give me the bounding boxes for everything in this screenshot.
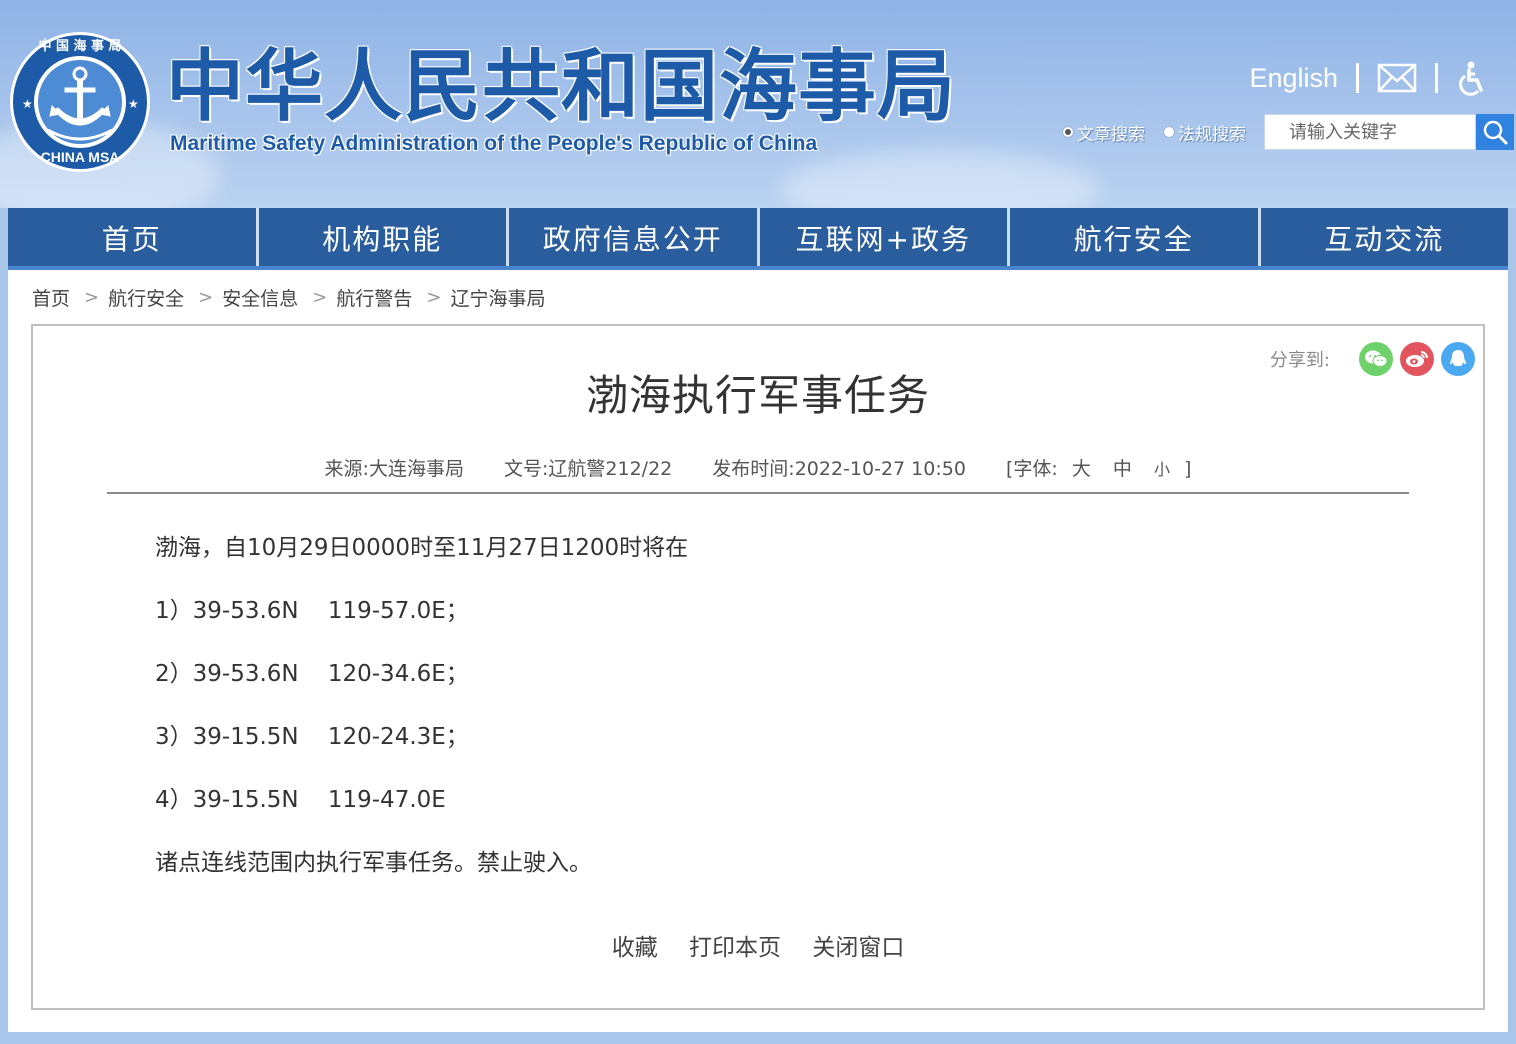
search-bar: 文章搜索 法规搜索 [1062,113,1514,151]
article-actions: 收藏 打印本页 关闭窗口 [33,928,1483,962]
article-publish-time: 发布时间:2022-10-27 10:50 [712,458,966,480]
font-size-medium-button[interactable]: 中 [1113,458,1132,480]
english-link[interactable]: English [1249,63,1338,94]
mail-icon[interactable] [1377,63,1417,93]
page-content: 首页 > 航行安全 > 安全信息 > 航行警告 > 辽宁海事局 分享到: 渤海执… [8,270,1508,1032]
breadcrumb-navigation-safety[interactable]: 航行安全 [108,284,184,311]
article-paragraph: 3）39-15.5N 120-24.3E； [155,724,469,750]
search-input[interactable] [1264,114,1476,150]
radio-button-unchecked[interactable] [1163,126,1175,138]
breadcrumb-liaoning-msa[interactable]: 辽宁海事局 [450,284,545,311]
article-source: 来源:大连海事局 [324,458,464,480]
breadcrumb-separator: > [198,287,214,308]
site-title: 中华人民共和国海事局 [166,42,957,132]
divider [1435,63,1438,93]
breadcrumb: 首页 > 航行安全 > 安全信息 > 航行警告 > 辽宁海事局 [32,284,545,311]
svg-text:CHINA MSA: CHINA MSA [41,149,120,165]
nav-item-interaction[interactable]: 互动交流 [1260,208,1508,268]
radio-button-checked[interactable] [1062,126,1074,138]
breadcrumb-separator: > [426,287,442,308]
breadcrumb-navigation-warning[interactable]: 航行警告 [336,284,412,311]
cloud-decoration [780,150,1100,208]
breadcrumb-separator: > [84,287,100,308]
divider [1356,63,1359,93]
msa-logo[interactable]: 中 国 海 事 局 CHINA MSA ★ ★ [8,30,152,174]
article-paragraph: 诸点连线范围内执行军事任务。禁止驶入。 [155,850,592,876]
article: 分享到: 渤海执行军事任务 来源:大连海事局 文号:辽航警212/22 发布时间… [31,324,1485,1010]
search-option-regulation[interactable]: 法规搜索 [1163,120,1246,145]
site-header: 中 国 海 事 局 CHINA MSA ★ ★ 中华人民共和国海事局 Marit… [0,0,1516,208]
bookmark-button[interactable]: 收藏 [612,935,658,961]
top-links: English [1249,58,1486,98]
breadcrumb-home[interactable]: 首页 [32,284,70,311]
site-subtitle: Maritime Safety Administration of the Pe… [170,132,818,155]
svg-text:★: ★ [128,97,139,111]
nav-item-gov-info[interactable]: 政府信息公开 [509,208,757,268]
search-icon [1483,120,1508,145]
meta-divider [107,492,1409,494]
font-size-small-button[interactable]: 小 [1154,460,1170,479]
article-paragraph: 4）39-15.5N 119-47.0E [155,787,446,813]
breadcrumb-separator: > [312,287,328,308]
font-size-control: [字体: 大 中 小 ] [1005,458,1192,480]
article-doc-number: 文号:辽航警212/22 [504,458,673,480]
article-paragraph: 1）39-53.6N 119-57.0E； [155,598,469,624]
nav-item-internet-gov[interactable]: 互联网+政务 [759,208,1007,268]
main-nav: 首页 机构职能 政府信息公开 互联网+政务 航行安全 互动交流 [8,208,1508,268]
search-option-article[interactable]: 文章搜索 [1062,120,1145,145]
search-button[interactable] [1476,114,1514,150]
nav-item-home[interactable]: 首页 [8,208,256,268]
accessibility-icon[interactable] [1456,60,1486,96]
svg-text:★: ★ [22,97,33,111]
article-meta: 来源:大连海事局 文号:辽航警212/22 发布时间:2022-10-27 10… [33,454,1483,481]
print-button[interactable]: 打印本页 [689,935,781,961]
nav-item-navigation-safety[interactable]: 航行安全 [1010,208,1258,268]
article-title: 渤海执行军事任务 [585,371,930,420]
close-window-button[interactable]: 关闭窗口 [812,935,904,961]
breadcrumb-safety-info[interactable]: 安全信息 [222,284,298,311]
font-size-large-button[interactable]: 大 [1072,458,1091,480]
nav-item-organization[interactable]: 机构职能 [258,208,506,268]
article-paragraph: 2）39-53.6N 120-34.6E； [155,661,469,687]
article-body: 渤海，自10月29日0000时至11月27日1200时将在 1）39-53.6N… [155,530,1355,908]
svg-text:中 国 海 事 局: 中 国 海 事 局 [38,38,121,54]
article-paragraph: 渤海，自10月29日0000时至11月27日1200时将在 [155,535,689,561]
